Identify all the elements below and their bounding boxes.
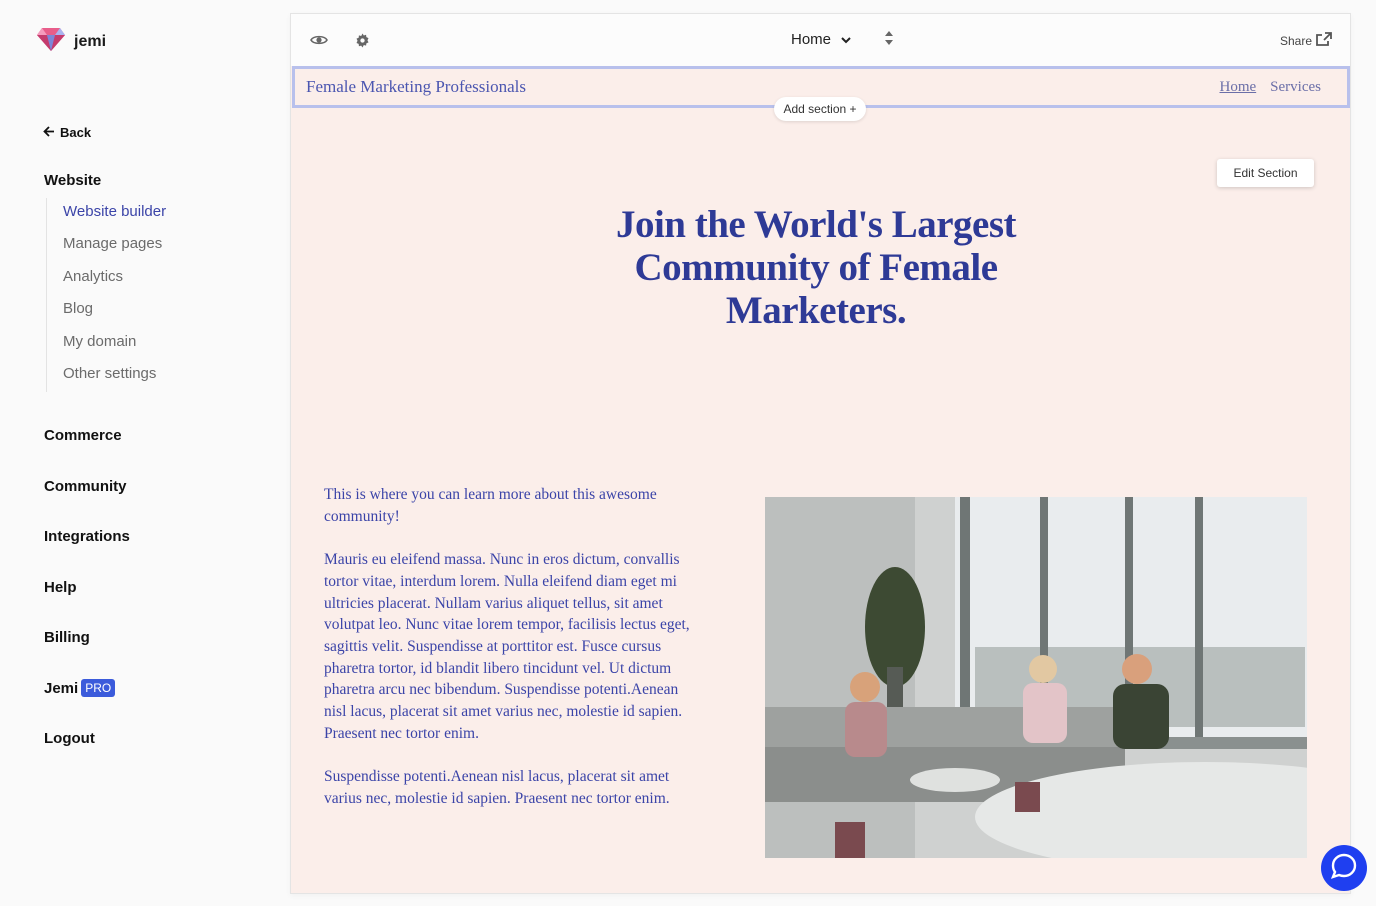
share-button[interactable]: Share xyxy=(1280,32,1332,49)
eye-icon[interactable] xyxy=(309,30,329,50)
gem-logo-icon xyxy=(36,26,66,57)
back-link[interactable]: Back xyxy=(43,125,91,140)
editor-panel: Home Share Female Marketing Professional… xyxy=(290,13,1351,894)
app-name: jemi xyxy=(74,32,107,50)
hero-title: Join the World's Largest Community of Fe… xyxy=(615,203,1017,332)
chat-support-button[interactable] xyxy=(1321,845,1367,891)
community-photo xyxy=(765,497,1307,858)
body-paragraph: Mauris eu eleifend massa. Nunc in eros d… xyxy=(324,551,690,742)
share-external-icon xyxy=(1316,32,1332,49)
site-nav-services[interactable]: Services xyxy=(1270,79,1321,96)
site-title: Female Marketing Professionals xyxy=(306,77,527,96)
nav-billing[interactable]: Billing xyxy=(44,629,90,646)
subnav-website-builder[interactable]: Website builder xyxy=(63,198,166,230)
arrow-left-icon xyxy=(43,125,55,140)
site-nav-home[interactable]: Home xyxy=(1220,79,1257,96)
nav-community[interactable]: Community xyxy=(44,478,127,495)
nav-help[interactable]: Help xyxy=(44,579,77,596)
chat-bubble-icon xyxy=(1330,853,1357,884)
chevron-down-icon xyxy=(841,31,851,48)
edit-section-button[interactable]: Edit Section xyxy=(1217,159,1314,187)
subnav-blog[interactable]: Blog xyxy=(63,295,166,327)
body-paragraph: Suspendisse potenti.Aenean nisl lacus, p… xyxy=(324,768,670,807)
body-paragraph: This is where you can learn more about t… xyxy=(324,486,657,525)
site-canvas[interactable]: Female Marketing Professionals Home Serv… xyxy=(291,66,1350,893)
subnav-manage-pages[interactable]: Manage pages xyxy=(63,230,166,262)
sidebar: jemi Back Website Website builder Manage… xyxy=(0,0,290,906)
nav-website[interactable]: Website xyxy=(44,172,101,189)
body-text: This is where you can learn more about t… xyxy=(324,484,704,831)
reorder-icon[interactable] xyxy=(885,31,893,50)
nav-jemi-pro[interactable]: Jemi PRO xyxy=(44,679,116,697)
page-select-value: Home xyxy=(791,31,832,48)
nav-logout[interactable]: Logout xyxy=(44,730,95,747)
back-label: Back xyxy=(60,125,92,140)
jemi-pro-label: Jemi xyxy=(44,680,79,697)
editor-toolbar: Home Share xyxy=(291,14,1350,66)
website-subnav: Website builder Manage pages Analytics B… xyxy=(46,198,166,393)
nav-integrations[interactable]: Integrations xyxy=(44,528,130,545)
subnav-my-domain[interactable]: My domain xyxy=(63,328,166,360)
site-nav: Home Services xyxy=(1220,79,1322,96)
app-logo[interactable]: jemi xyxy=(36,26,106,57)
gear-icon[interactable] xyxy=(352,30,372,50)
pro-badge: PRO xyxy=(81,679,116,697)
page-select[interactable]: Home xyxy=(791,31,851,48)
subnav-analytics[interactable]: Analytics xyxy=(63,263,166,295)
nav-commerce[interactable]: Commerce xyxy=(44,427,122,444)
add-section-button[interactable]: Add section + xyxy=(774,97,866,121)
share-label: Share xyxy=(1279,33,1312,48)
subnav-other-settings[interactable]: Other settings xyxy=(63,360,166,392)
